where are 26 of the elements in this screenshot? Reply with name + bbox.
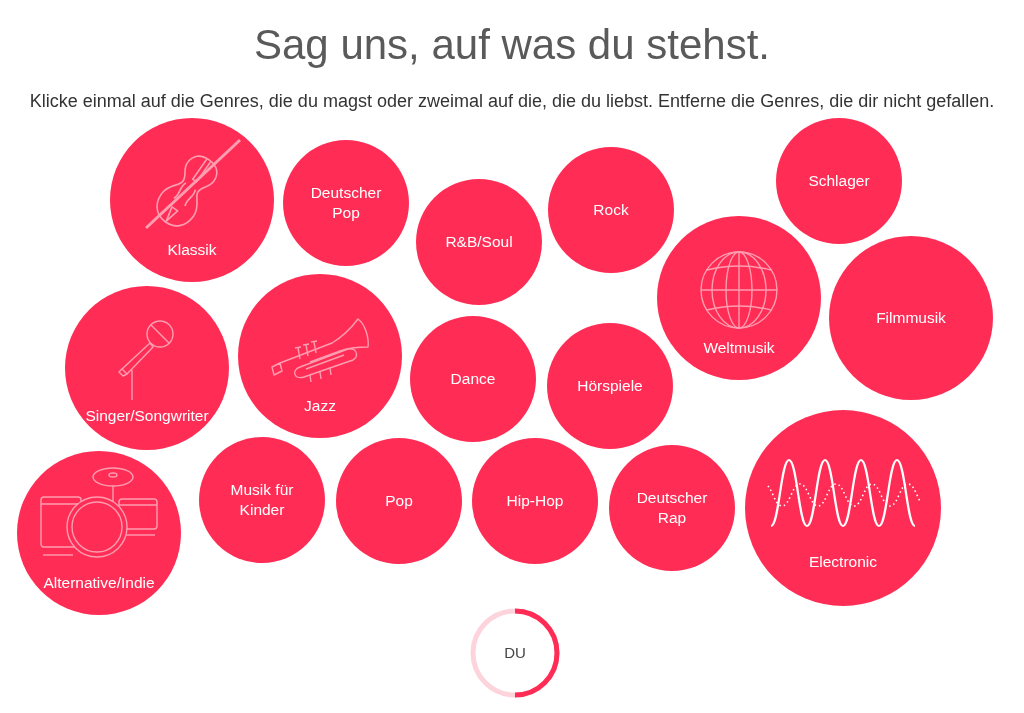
page-heading: Sag uns, auf was du stehst. [253, 20, 771, 70]
genre-bubble[interactable]: Dance [410, 316, 536, 442]
profile-label: DU [504, 642, 526, 663]
genre-bubble[interactable]: R&B/Soul [416, 179, 542, 305]
genre-bubble[interactable]: Musik für Kinder [199, 437, 325, 563]
genre-bubble[interactable]: Deutscher Pop [283, 140, 409, 266]
genre-bubble[interactable]: Rock [548, 147, 674, 273]
genre-bubble[interactable]: Deutscher Rap [609, 445, 735, 571]
drum-kit-icon [39, 465, 159, 561]
genre-bubble[interactable]: Jazz [238, 274, 402, 438]
genre-bubble[interactable]: Electronic [745, 410, 941, 606]
genre-bubble[interactable]: Schlager [776, 118, 902, 244]
instructions-text: Klicke einmal auf die Genres, die du magst oder zweimal auf die, die du liebst. Entferne die Genres, die dir nicht gefallen. [28, 90, 996, 112]
genre-bubble[interactable]: Alternative/Indie [17, 451, 181, 615]
genre-bubble[interactable]: Hörspiele [547, 323, 673, 449]
genre-bubble[interactable]: Singer/Songwriter [65, 286, 229, 450]
genre-bubble[interactable]: Filmmusik [829, 236, 993, 400]
genre-bubble[interactable]: Klassik [110, 118, 274, 282]
globe-icon [699, 250, 779, 330]
sine-wave-icon [766, 458, 920, 528]
violin-icon [142, 138, 242, 232]
genre-bubble[interactable]: Weltmusik [657, 216, 821, 380]
microphone-icon [117, 318, 177, 400]
genre-bubble[interactable]: Hip-Hop [472, 438, 598, 564]
genre-bubble[interactable]: Pop [336, 438, 462, 564]
trumpet-icon [270, 317, 370, 385]
